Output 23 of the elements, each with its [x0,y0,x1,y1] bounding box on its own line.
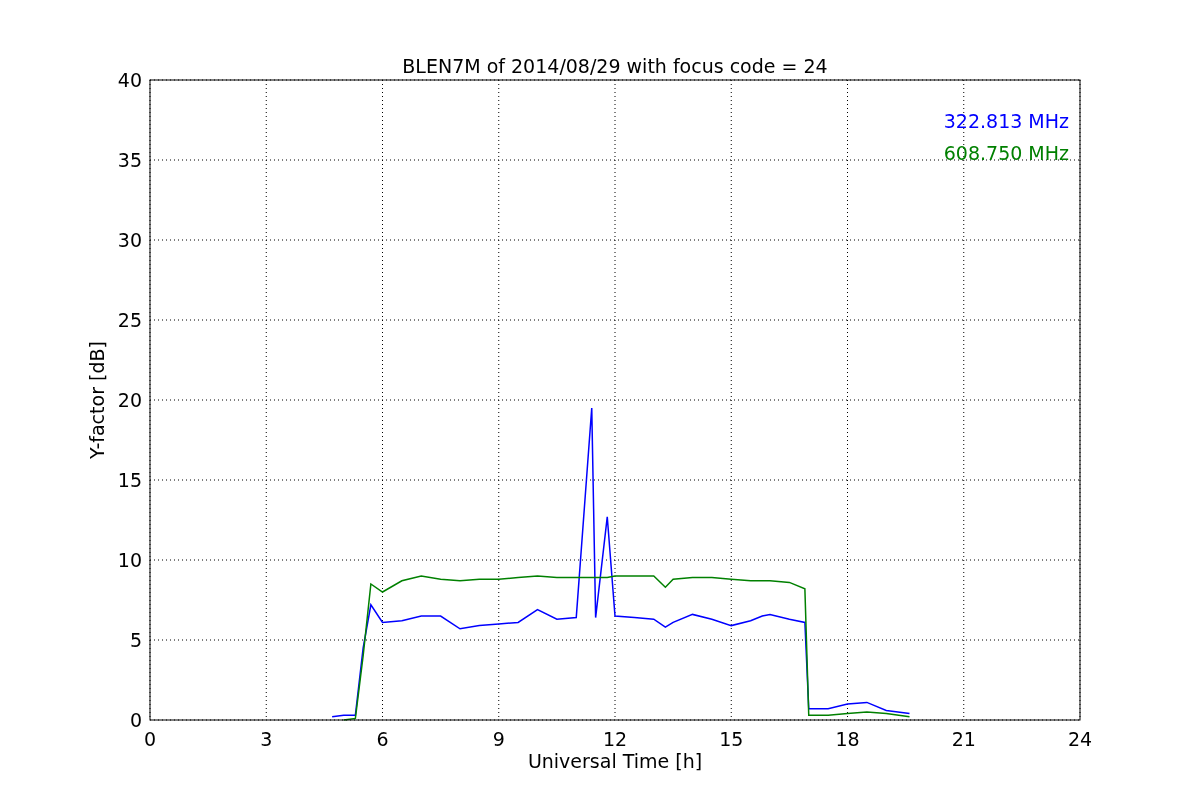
tick-label: 25 [117,309,142,331]
tick-label: 21 [951,728,976,750]
tick-label: 12 [602,728,628,750]
tick-label: 40 [117,69,142,91]
legend-label: 322.813 MHz [943,110,1069,132]
tick-label: 15 [117,469,142,491]
axis-label: Universal Time [h] [527,750,703,772]
tick-label: 10 [117,549,142,571]
tick-label: 0 [143,728,157,750]
chart-title: BLEN7M of 2014/08/29 with focus code = 24 [402,55,828,77]
tick-label: 9 [492,728,505,750]
axis-label: Y-factor [dB] [86,341,108,459]
tick-label: 35 [117,149,142,171]
legend-label: 608.750 MHz [943,142,1069,164]
tick-label: 3 [260,728,273,750]
tick-label: 5 [129,629,142,651]
tick-label: 18 [835,728,860,750]
tick-label: 15 [719,728,744,750]
tick-label: 24 [1067,728,1093,750]
tick-label: 0 [129,709,142,731]
tick-label: 6 [376,728,389,750]
tick-label: 20 [117,389,142,411]
tick-label: 30 [117,229,142,251]
